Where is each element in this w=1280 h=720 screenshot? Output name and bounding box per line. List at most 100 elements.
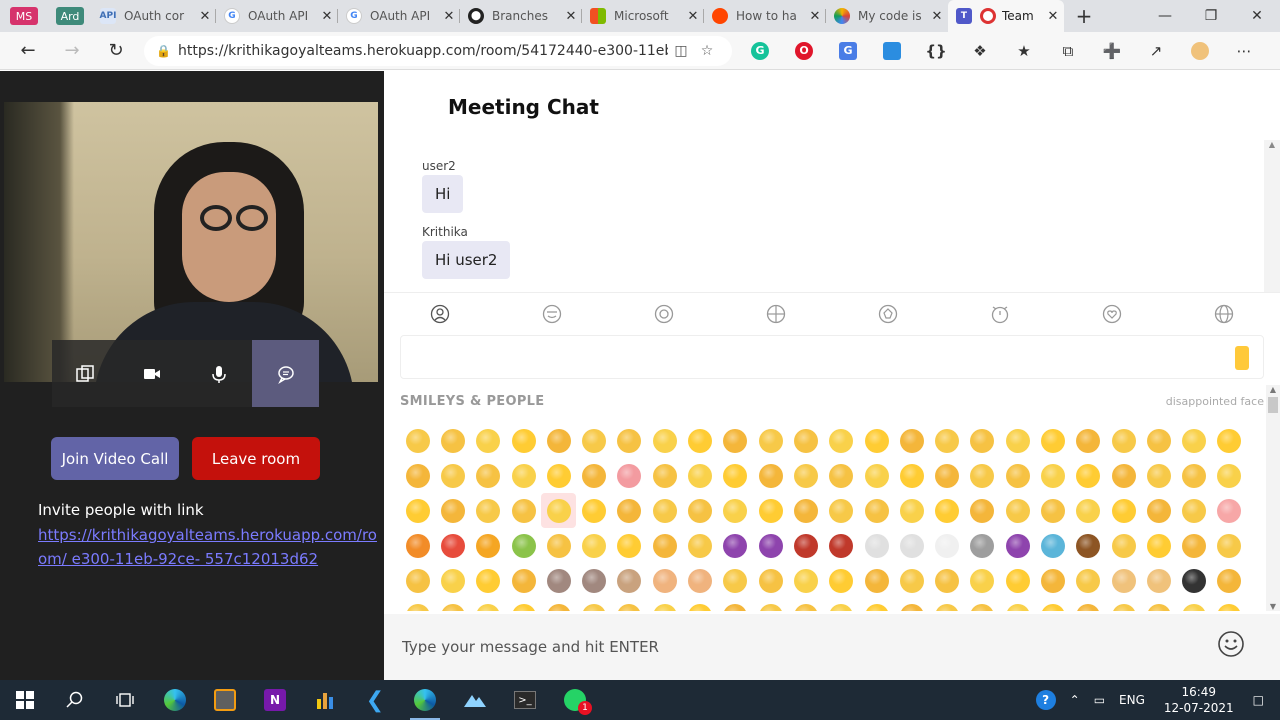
emoji-item[interactable] bbox=[682, 423, 717, 458]
emoji-item[interactable] bbox=[894, 458, 929, 493]
emoji-item[interactable] bbox=[859, 493, 894, 528]
emoji-item[interactable] bbox=[753, 423, 788, 458]
tab-branches[interactable]: ⬤ Branches ✕ bbox=[460, 0, 582, 32]
emoji-item[interactable] bbox=[1141, 528, 1176, 563]
add-favorite-icon[interactable]: ☆ bbox=[694, 43, 720, 59]
emoji-item[interactable] bbox=[1177, 458, 1212, 493]
workspace-ard-button[interactable]: Ard bbox=[48, 0, 92, 32]
translate-icon[interactable]: G bbox=[826, 32, 870, 70]
emoji-item[interactable] bbox=[1177, 493, 1212, 528]
food-icon[interactable] bbox=[608, 299, 720, 329]
emoji-item[interactable] bbox=[647, 528, 682, 563]
emoji-item[interactable] bbox=[612, 458, 647, 493]
emoji-item[interactable] bbox=[506, 458, 541, 493]
start-button[interactable] bbox=[0, 680, 50, 720]
emoji-item[interactable] bbox=[541, 563, 576, 598]
emoji-item[interactable] bbox=[1141, 458, 1176, 493]
scroll-thumb[interactable] bbox=[1268, 397, 1278, 413]
share-icon[interactable]: ↗ bbox=[1134, 32, 1178, 70]
emoji-item[interactable] bbox=[647, 598, 682, 611]
back-icon[interactable]: ← bbox=[6, 40, 50, 61]
emoji-item[interactable] bbox=[1071, 493, 1106, 528]
emoji-item[interactable] bbox=[1106, 528, 1141, 563]
emoji-item[interactable] bbox=[859, 598, 894, 611]
emoji-item[interactable] bbox=[788, 493, 823, 528]
emoji-item[interactable] bbox=[400, 458, 435, 493]
onenote-icon[interactable]: N bbox=[250, 680, 300, 720]
emoji-item[interactable] bbox=[682, 598, 717, 611]
more-menu-icon[interactable]: ⋯ bbox=[1222, 32, 1266, 70]
camera-icon[interactable]: ◫ bbox=[668, 43, 694, 59]
forward-icon[interactable]: → bbox=[50, 40, 94, 61]
window-ext-icon[interactable] bbox=[870, 32, 914, 70]
new-tab-button[interactable]: + bbox=[1064, 4, 1104, 28]
leave-room-button[interactable]: Leave room bbox=[192, 437, 320, 480]
emoji-item[interactable] bbox=[612, 423, 647, 458]
profile-avatar-icon[interactable] bbox=[1178, 32, 1222, 70]
language-indicator[interactable]: ENG bbox=[1112, 693, 1152, 707]
edge-icon[interactable] bbox=[150, 680, 200, 720]
emoji-item[interactable] bbox=[929, 458, 964, 493]
emoji-item[interactable] bbox=[576, 528, 611, 563]
emoji-item[interactable] bbox=[824, 458, 859, 493]
edge-beta-icon[interactable] bbox=[400, 680, 450, 720]
emoji-item[interactable] bbox=[435, 598, 470, 611]
smiley-icon[interactable] bbox=[1217, 630, 1245, 658]
emoji-item[interactable] bbox=[965, 598, 1000, 611]
emoji-item[interactable] bbox=[965, 458, 1000, 493]
emoji-item[interactable] bbox=[718, 563, 753, 598]
emoji-item[interactable] bbox=[576, 493, 611, 528]
message-scrollbar[interactable]: ▲ bbox=[1264, 140, 1280, 292]
emoji-item[interactable] bbox=[788, 598, 823, 611]
emoji-item[interactable] bbox=[471, 598, 506, 611]
emoji-item[interactable] bbox=[682, 493, 717, 528]
emoji-item[interactable] bbox=[859, 458, 894, 493]
emoji-item[interactable] bbox=[435, 458, 470, 493]
emoji-item[interactable] bbox=[824, 423, 859, 458]
emoji-item[interactable] bbox=[506, 423, 541, 458]
chevron-up-icon[interactable]: ⌃ bbox=[1063, 693, 1087, 707]
extensions-icon[interactable]: ❖ bbox=[958, 32, 1002, 70]
emoji-item[interactable] bbox=[1212, 528, 1247, 563]
emoji-item[interactable] bbox=[576, 563, 611, 598]
emoji-item[interactable] bbox=[965, 423, 1000, 458]
emoji-item[interactable] bbox=[859, 528, 894, 563]
emoji-item[interactable] bbox=[1106, 423, 1141, 458]
emoji-item[interactable] bbox=[471, 528, 506, 563]
emoji-item[interactable] bbox=[682, 563, 717, 598]
emoji-item[interactable] bbox=[435, 563, 470, 598]
emoji-item[interactable] bbox=[1106, 493, 1141, 528]
emoji-item[interactable] bbox=[1000, 598, 1035, 611]
tab-oauth-api-2[interactable]: G OAuth API ✕ bbox=[338, 0, 460, 32]
workspace-ms-button[interactable]: MS bbox=[0, 0, 48, 32]
emoji-item[interactable] bbox=[647, 458, 682, 493]
emoji-item[interactable] bbox=[1071, 563, 1106, 598]
opera-icon[interactable]: O bbox=[782, 32, 826, 70]
emoji-item[interactable] bbox=[1106, 598, 1141, 611]
emoji-item[interactable] bbox=[718, 528, 753, 563]
emoji-item[interactable] bbox=[400, 563, 435, 598]
emoji-item[interactable] bbox=[718, 423, 753, 458]
vscode-icon[interactable]: ❮ bbox=[350, 680, 400, 720]
emoji-item[interactable] bbox=[612, 563, 647, 598]
grammarly-icon[interactable]: G bbox=[738, 32, 782, 70]
symbols-icon[interactable] bbox=[1056, 299, 1168, 329]
emoji-item[interactable] bbox=[541, 598, 576, 611]
emoji-item[interactable] bbox=[506, 598, 541, 611]
emoji-item[interactable] bbox=[753, 458, 788, 493]
emoji-item[interactable] bbox=[1071, 458, 1106, 493]
emoji-item[interactable] bbox=[1035, 528, 1070, 563]
emoji-item[interactable] bbox=[965, 493, 1000, 528]
emoji-item[interactable] bbox=[894, 563, 929, 598]
emoji-item[interactable] bbox=[1141, 493, 1176, 528]
chat-toggle-button[interactable] bbox=[252, 340, 319, 407]
emoji-item[interactable] bbox=[1177, 423, 1212, 458]
clock[interactable]: 16:49 12-07-2021 bbox=[1152, 684, 1246, 716]
whatsapp-icon[interactable]: 1 bbox=[550, 680, 600, 720]
emoji-item[interactable] bbox=[1071, 423, 1106, 458]
math-solver-icon[interactable]: ➕ bbox=[1090, 32, 1134, 70]
tab-microsoft[interactable]: Microsoft ✕ bbox=[582, 0, 704, 32]
nature-icon[interactable] bbox=[496, 299, 608, 329]
emoji-item[interactable] bbox=[824, 563, 859, 598]
emoji-item[interactable] bbox=[647, 563, 682, 598]
